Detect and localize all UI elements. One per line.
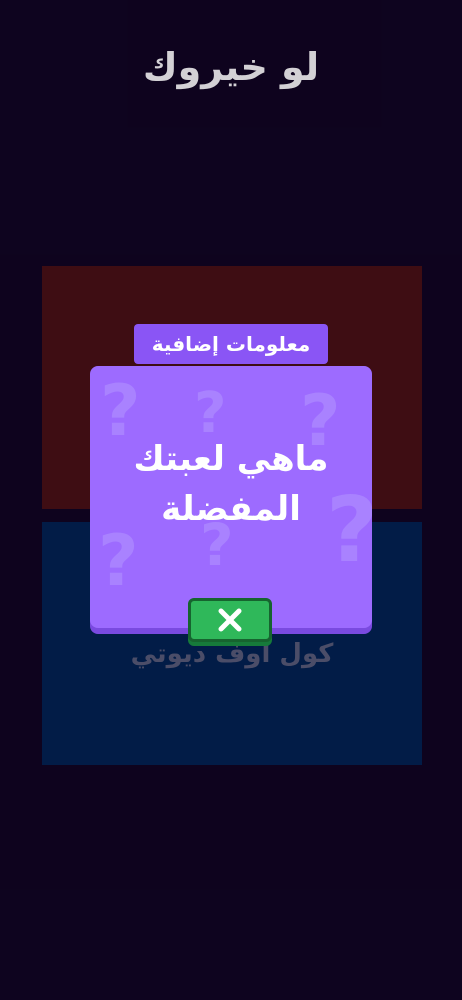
modal-question-text: ماهي لعبتك المفضلة — [133, 439, 329, 529]
close-icon — [218, 608, 242, 632]
close-button[interactable] — [188, 598, 272, 642]
info-modal: ? ? ? ? ? ? ماهي لعبتك المفضلة — [90, 366, 372, 628]
modal-label: معلومات إضافية — [134, 324, 328, 364]
game-screen: لو خيروك كول اوف ديوتي ? ? ? ? ? ? ماهي … — [0, 0, 462, 1000]
question-mark-decoration-icon: ? — [98, 520, 139, 602]
